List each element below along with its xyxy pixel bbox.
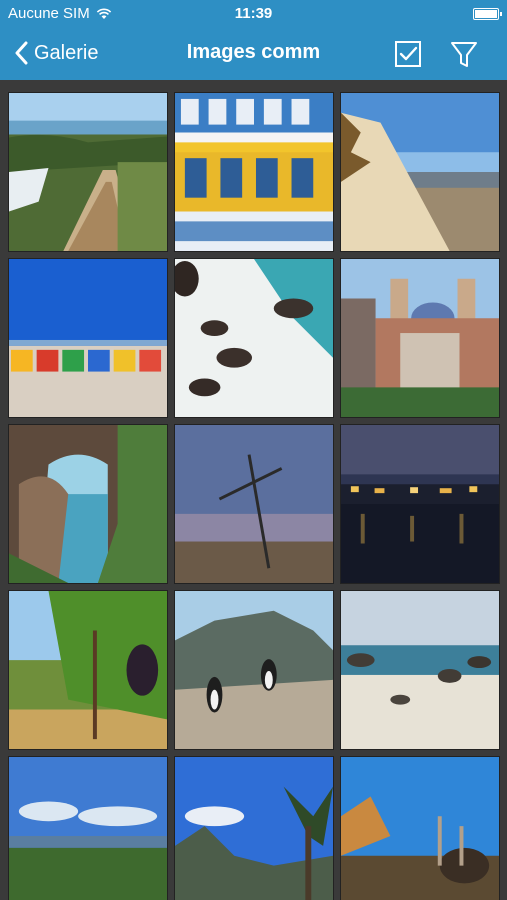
thumbnail-penguins-mountain[interactable] [174, 590, 334, 750]
thumbnail-beach-huts[interactable] [8, 258, 168, 418]
navigation-bar: Galerie Images comm [0, 28, 507, 80]
waterfront-night-image [341, 425, 499, 583]
filter-icon[interactable] [448, 38, 480, 70]
battery-icon [473, 8, 502, 20]
rocks-in-surf-image [175, 259, 333, 417]
beach-boulders-image [341, 591, 499, 749]
page-title: Images comm [186, 41, 321, 63]
ostriches-rock-image [341, 757, 499, 900]
beach-huts-image [9, 259, 167, 417]
image-grid [0, 80, 507, 900]
wooden-cross-dusk-image [175, 425, 333, 583]
thumbnail-rocks-in-surf[interactable] [174, 258, 334, 418]
rock-arch-sea-image [9, 425, 167, 583]
city-hall-building-image [341, 259, 499, 417]
colorful-victorian-building-image [175, 93, 333, 251]
thumbnail-city-hall-building[interactable] [340, 258, 500, 418]
thumbnail-coastal-boardwalk[interactable] [8, 92, 168, 252]
back-label: Galerie [34, 41, 99, 64]
thumbnail-vineyard-grapes[interactable] [8, 590, 168, 750]
status-bar: Aucune SIM 11:39 [0, 0, 507, 28]
thumbnail-sand-dune-grass[interactable] [340, 92, 500, 252]
palm-tree-mountain-image [175, 757, 333, 900]
thumbnail-beach-boulders[interactable] [340, 590, 500, 750]
checkbox-icon[interactable] [392, 38, 424, 70]
coastal-boardwalk-image [9, 93, 167, 251]
penguins-mountain-image [175, 591, 333, 749]
green-bush-coast-image [9, 757, 167, 900]
thumbnail-waterfront-night[interactable] [340, 424, 500, 584]
thumbnail-wooden-cross-dusk[interactable] [174, 424, 334, 584]
thumbnail-rock-arch-sea[interactable] [8, 424, 168, 584]
thumbnail-green-bush-coast[interactable] [8, 756, 168, 900]
thumbnail-palm-tree-mountain[interactable] [174, 756, 334, 900]
chevron-left-icon [15, 41, 28, 65]
vineyard-grapes-image [9, 591, 167, 749]
sand-dune-grass-image [341, 93, 499, 251]
back-button[interactable]: Galerie [14, 38, 98, 68]
thumbnail-colorful-victorian-building[interactable] [174, 92, 334, 252]
clock: 11:39 [234, 5, 273, 22]
thumbnail-ostriches-rock[interactable] [340, 756, 500, 900]
